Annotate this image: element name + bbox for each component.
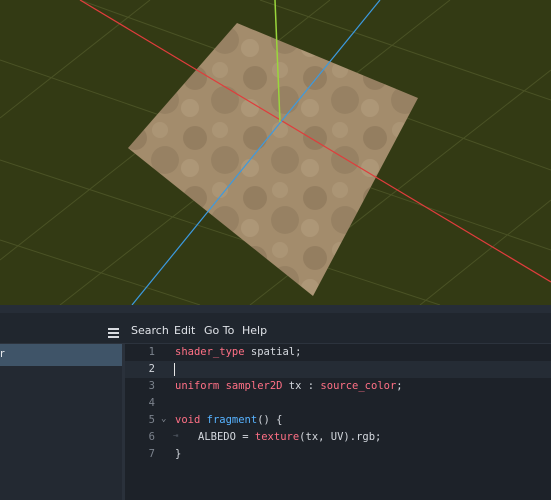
code-line[interactable]: 3 uniform sampler2D tx : source_color; bbox=[125, 378, 551, 395]
line-number: 6 bbox=[148, 431, 155, 443]
code-text: ALBEDO = texture(tx, UV).rgb; bbox=[198, 431, 381, 443]
line-number: 5 bbox=[148, 414, 155, 426]
line-number: 4 bbox=[148, 397, 155, 409]
code-token: ; bbox=[396, 380, 403, 392]
code-token: ALBEDO = bbox=[198, 431, 255, 443]
menu-help[interactable]: Help bbox=[242, 324, 267, 337]
editor-top-bar bbox=[0, 305, 551, 313]
keyword: void bbox=[175, 414, 201, 426]
menu-go-to[interactable]: Go To bbox=[204, 324, 234, 337]
code-line[interactable]: 4 bbox=[125, 395, 551, 412]
code-token: } bbox=[175, 448, 182, 460]
list-icon[interactable] bbox=[108, 328, 119, 338]
hint-token: source_color bbox=[320, 380, 397, 392]
tab-indent-icon: ⇥ bbox=[173, 431, 179, 441]
code-text: uniform sampler2D tx : source_color; bbox=[175, 380, 403, 392]
chevron-down-icon[interactable]: ⌄ bbox=[161, 414, 166, 424]
shader-editor: Search Edit Go To Help r 1 shader_type s… bbox=[0, 305, 551, 500]
3d-viewport[interactable] bbox=[0, 0, 551, 305]
code-line-current[interactable]: 2 bbox=[125, 361, 551, 378]
code-line[interactable]: 6 ⇥ ALBEDO = texture(tx, UV).rgb; bbox=[125, 429, 551, 446]
code-line[interactable]: 1 shader_type spatial; bbox=[125, 344, 551, 361]
type-token: sampler2D bbox=[219, 380, 283, 392]
code-token: () { bbox=[257, 414, 283, 426]
line-number: 3 bbox=[148, 380, 155, 392]
code-line[interactable]: 5 ⌄ void fragment() { bbox=[125, 412, 551, 429]
code-token: tx : bbox=[282, 380, 321, 392]
menu-edit[interactable]: Edit bbox=[174, 324, 195, 337]
function-token: fragment bbox=[200, 414, 258, 426]
function-token: texture bbox=[254, 431, 300, 443]
line-number: 2 bbox=[148, 363, 155, 375]
menu-bar: Search Edit Go To Help bbox=[0, 313, 551, 344]
file-list-item-selected[interactable]: r bbox=[0, 344, 122, 366]
menu-search[interactable]: Search bbox=[131, 324, 169, 337]
line-number: 1 bbox=[148, 346, 155, 358]
code-editor[interactable]: 1 shader_type spatial; 2 3 uniform sampl… bbox=[125, 344, 551, 500]
code-line[interactable]: 7 } bbox=[125, 446, 551, 463]
code-text: void fragment() { bbox=[175, 414, 283, 426]
text-caret bbox=[174, 363, 175, 376]
code-token: (tx, UV).rgb; bbox=[299, 431, 382, 443]
file-list-item-label: r bbox=[0, 347, 5, 360]
code-text: } bbox=[175, 448, 181, 460]
keyword: shader_type bbox=[175, 346, 245, 358]
file-list-panel: r bbox=[0, 344, 125, 500]
viewport-scene[interactable] bbox=[0, 0, 551, 305]
textured-plane[interactable] bbox=[128, 23, 418, 296]
code-token: spatial; bbox=[244, 346, 302, 358]
line-number: 7 bbox=[148, 448, 155, 460]
keyword: uniform bbox=[175, 380, 220, 392]
code-text: shader_type spatial; bbox=[175, 346, 301, 358]
